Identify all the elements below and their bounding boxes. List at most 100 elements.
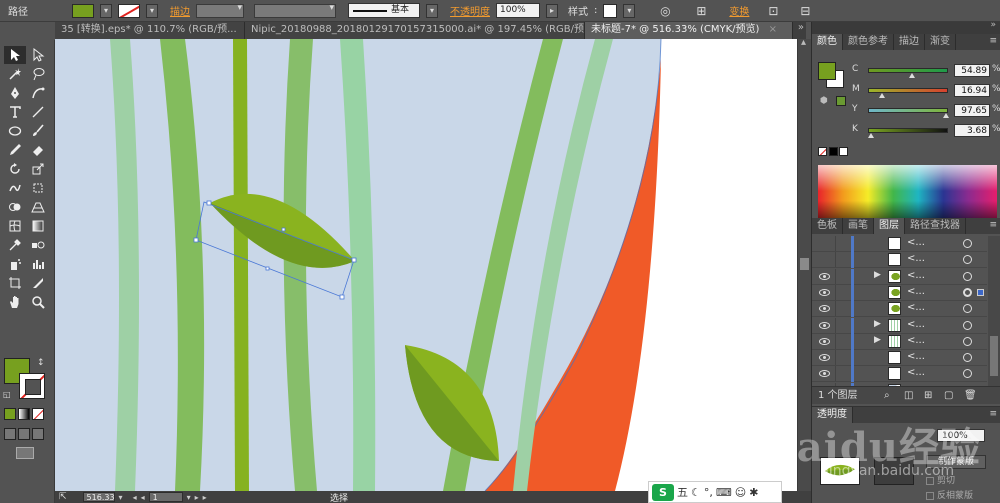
collapse-dock-icon[interactable]: »: [990, 20, 996, 30]
lock-toggle[interactable]: [835, 333, 847, 349]
brush-definition-dropdown[interactable]: 基本: [348, 3, 420, 18]
column-graph-tool-icon[interactable]: [27, 255, 49, 273]
ime-settings-icon[interactable]: ✱: [749, 486, 758, 499]
gradient-tool-icon[interactable]: [27, 217, 49, 235]
new-sublayer-icon[interactable]: ⊞: [924, 387, 932, 404]
layer-row[interactable]: <...: [812, 284, 987, 301]
arrange-icon[interactable]: ⊟: [797, 3, 813, 19]
stroke-color-box[interactable]: [19, 373, 45, 399]
layers-scrollbar[interactable]: [988, 236, 1000, 386]
lasso-tool-icon[interactable]: [27, 65, 49, 83]
line-segment-tool-icon[interactable]: [27, 103, 49, 121]
isolate-icon[interactable]: ⊡: [765, 3, 781, 19]
cyan-thumb[interactable]: [909, 73, 915, 78]
cyan-slider[interactable]: [868, 68, 948, 73]
stroke-swatch[interactable]: [118, 3, 140, 18]
layer-name[interactable]: <...: [907, 335, 925, 346]
layer-name[interactable]: <...: [907, 237, 925, 248]
screen-mode-icon[interactable]: [16, 447, 34, 459]
eyedropper-tool-icon[interactable]: [4, 236, 26, 254]
yellow-thumb[interactable]: [943, 113, 950, 118]
locate-object-icon[interactable]: ⌕: [884, 387, 890, 404]
visibility-eye-icon[interactable]: [819, 368, 830, 379]
artboard-number-field[interactable]: 1: [148, 492, 183, 502]
hand-tool-icon[interactable]: [4, 293, 26, 311]
lock-toggle[interactable]: [835, 317, 847, 333]
magic-wand-tool-icon[interactable]: [4, 65, 26, 83]
visibility-eye-icon[interactable]: [819, 238, 830, 249]
cyan-value[interactable]: 54.89: [954, 64, 990, 77]
none-mode-icon[interactable]: [32, 408, 44, 420]
magenta-thumb[interactable]: [878, 93, 885, 98]
delete-layer-icon[interactable]: 🗑: [964, 387, 977, 404]
zoom-dropdown-icon[interactable]: ▾: [119, 493, 123, 502]
zoom-tool-icon[interactable]: [27, 293, 49, 311]
draw-inside-icon[interactable]: [32, 428, 44, 440]
lock-toggle[interactable]: [835, 366, 847, 382]
shape-builder-tool-icon[interactable]: [4, 198, 26, 216]
black-slider[interactable]: [868, 128, 948, 133]
draw-normal-icon[interactable]: [4, 428, 16, 440]
target-circle-icon[interactable]: [963, 320, 972, 330]
tab-layers[interactable]: 图层: [874, 218, 905, 234]
scale-tool-icon[interactable]: [27, 160, 49, 178]
rotate-tool-icon[interactable]: [4, 160, 26, 178]
visibility-eye-icon[interactable]: [819, 352, 830, 363]
pencil-tool-icon[interactable]: [4, 141, 26, 159]
graphic-style-dropdown[interactable]: ▾: [623, 3, 636, 18]
prev-artboard-icon[interactable]: ◂: [141, 493, 145, 502]
visibility-eye-icon[interactable]: [819, 303, 830, 314]
ime-moon-icon[interactable]: ☾: [691, 486, 701, 499]
stroke-weight-dropdown[interactable]: [196, 3, 244, 18]
ime-toolbar[interactable]: S 五 ☾ °, ⌨ ☺ ✱: [648, 481, 782, 503]
target-circle-icon[interactable]: [963, 287, 972, 297]
layer-name[interactable]: <...: [907, 351, 925, 362]
doc-tab-1[interactable]: 35 [转换].eps* @ 110.7% (RGB/预...: [55, 22, 245, 39]
export-icon[interactable]: ⇱: [59, 492, 67, 502]
target-circle-icon[interactable]: [963, 271, 972, 281]
ellipse-tool-icon[interactable]: [4, 122, 26, 140]
graphic-style-swatch[interactable]: [603, 3, 618, 18]
lock-toggle[interactable]: [835, 268, 847, 284]
ime-punct-icon[interactable]: °,: [704, 486, 713, 499]
eraser-tool-icon[interactable]: [27, 141, 49, 159]
paintbrush-tool-icon[interactable]: [27, 122, 49, 140]
target-circle-icon[interactable]: [963, 239, 972, 248]
layer-row[interactable]: <...: [812, 366, 987, 383]
brush-dropdown-arrow[interactable]: ▾: [426, 3, 438, 18]
doc-tab-3[interactable]: 未标题-7* @ 516.33% (CMYK/预览) ×: [585, 22, 793, 39]
default-colors-icon[interactable]: ◱: [3, 390, 11, 399]
expand-arrow-icon[interactable]: ▶: [874, 335, 881, 345]
none-color-chip[interactable]: [818, 147, 827, 156]
tab-brushes[interactable]: 画笔: [843, 218, 874, 234]
first-artboard-icon[interactable]: ◂: [133, 493, 137, 502]
layer-row[interactable]: <...: [812, 301, 987, 318]
recolor-artwork-icon[interactable]: ◎: [657, 3, 673, 19]
free-transform-tool-icon[interactable]: [27, 179, 49, 197]
out-of-gamut-icon[interactable]: ⬢: [820, 96, 828, 106]
layer-name[interactable]: <...: [907, 270, 925, 281]
lock-toggle[interactable]: [835, 350, 847, 366]
layer-row[interactable]: ▶ <...: [812, 333, 987, 350]
lock-toggle[interactable]: [835, 252, 847, 268]
selection-tool-icon[interactable]: [4, 46, 26, 64]
visibility-eye-icon[interactable]: [819, 271, 830, 282]
ime-logo-icon[interactable]: S: [652, 483, 674, 501]
zoom-field[interactable]: 516.33: [82, 492, 115, 502]
perspective-grid-tool-icon[interactable]: [27, 198, 49, 216]
stroke-label[interactable]: 描边: [170, 3, 190, 18]
direct-selection-tool-icon[interactable]: [27, 46, 49, 64]
black-thumb[interactable]: [868, 133, 875, 138]
lock-toggle[interactable]: [835, 284, 847, 300]
black-value[interactable]: 3.68: [954, 124, 990, 137]
color-mode-icon[interactable]: [4, 408, 16, 420]
tab-pathfinder[interactable]: 路径查找器: [905, 218, 966, 234]
expand-arrow-icon[interactable]: ▶: [874, 319, 881, 329]
ime-user-icon[interactable]: ☺: [735, 486, 746, 499]
layer-row[interactable]: <...: [812, 236, 987, 252]
close-tab-icon[interactable]: ×: [769, 24, 777, 35]
variable-width-dropdown[interactable]: [254, 3, 336, 18]
lock-toggle[interactable]: [835, 236, 847, 251]
yellow-value[interactable]: 97.65: [954, 104, 990, 117]
layer-row[interactable]: ▶ <...: [812, 268, 987, 285]
